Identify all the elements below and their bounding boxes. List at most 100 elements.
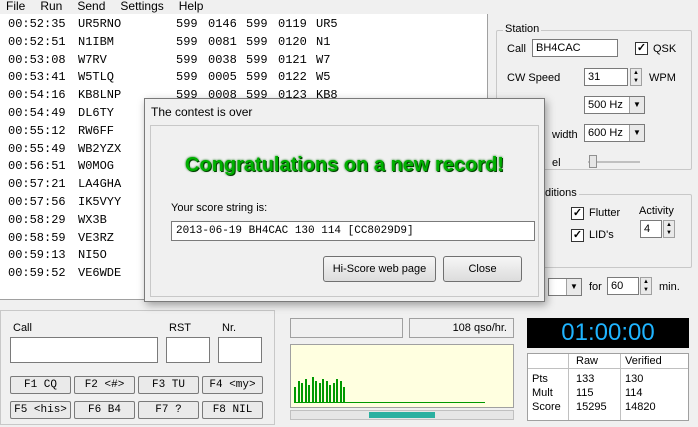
log-cell-rst1: 599	[176, 70, 198, 85]
log-cell-time: 00:59:13	[8, 248, 66, 263]
log-cell-nr2: 0122	[278, 70, 307, 85]
log-cell-call: RW6FF	[78, 123, 115, 138]
log-cell-call: LA4GHA	[78, 177, 122, 192]
log-cell-pfx: N1	[316, 34, 331, 49]
log-cell-time: 00:54:16	[8, 88, 66, 103]
score-mult-label: Mult	[532, 387, 553, 399]
contest-over-dialog: The contest is over Congratulations on a…	[144, 98, 545, 302]
entry-rst-label: RST	[169, 322, 191, 334]
log-cell-time: 00:52:51	[8, 34, 66, 49]
bandwidth-value: 600 Hz	[588, 127, 623, 139]
log-row: 00:52:35 UR5RNO 599 0146 599 0119 UR5	[0, 16, 487, 33]
menu-settings[interactable]: Settings	[114, 0, 172, 14]
log-cell-rst2: 599	[246, 17, 268, 31]
chevron-down-icon[interactable]: ▼	[566, 279, 581, 295]
menu-send[interactable]: Send	[71, 0, 114, 14]
score-pts-verified: 130	[625, 373, 644, 385]
log-cell-nr1: 0146	[208, 17, 237, 31]
score-pts-raw: 133	[576, 373, 595, 385]
chevron-down-icon[interactable]: ▼	[629, 125, 644, 141]
contest-clock: 01:00:00	[527, 318, 689, 348]
call-input[interactable]	[10, 337, 158, 363]
station-call-label: Call	[507, 43, 526, 55]
f2-exchange-button[interactable]: F2 <#>	[74, 376, 135, 394]
log-cell-time: 00:55:12	[8, 123, 66, 138]
f4-my-call-button[interactable]: F4 <my>	[202, 376, 263, 394]
rst-input[interactable]	[166, 337, 210, 363]
rate-graph-bar	[343, 387, 345, 403]
score-string-field[interactable]: 2013-06-19 BH4CAC 130 114 [CC8029D9]	[171, 221, 535, 241]
log-cell-time: 00:52:35	[8, 17, 66, 31]
hiscore-web-page-button[interactable]: Hi-Score web page	[323, 256, 436, 282]
log-cell-call: VE3RZ	[78, 230, 115, 245]
bandwidth-select[interactable]: 600 Hz ▼	[584, 124, 645, 142]
score-header-raw: Raw	[576, 355, 599, 367]
score-string-label: Your score string is:	[171, 202, 268, 214]
close-button[interactable]: Close	[443, 256, 522, 282]
rate-graph-bar	[308, 385, 310, 403]
log-row: 00:53:41 W5TLQ 599 0005 599 0122 W5	[0, 69, 487, 86]
log-cell-call: W7RV	[78, 52, 107, 67]
lids-checkbox[interactable]: ✓	[571, 229, 584, 242]
score-mult-raw: 115	[576, 387, 594, 399]
flutter-label: Flutter	[589, 207, 621, 219]
activity-spinner[interactable]: ▲ ▼	[663, 220, 675, 238]
log-cell-time: 00:58:29	[8, 212, 66, 227]
graph-scrollbar[interactable]	[290, 410, 514, 420]
score-mult-verified: 114	[625, 387, 643, 399]
pitch-value: 500 Hz	[588, 99, 623, 111]
rate-graph-bar	[332, 383, 335, 403]
rate-graph-bar	[311, 377, 314, 403]
menu-help[interactable]: Help	[173, 0, 213, 14]
f8-nil-button[interactable]: F8 NIL	[202, 401, 263, 419]
log-cell-nr2: 0119	[278, 17, 307, 31]
log-cell-pfx: W7	[316, 52, 331, 67]
log-cell-rst1: 599	[176, 34, 198, 49]
menu-file[interactable]: File	[0, 0, 34, 14]
minutes-spinner[interactable]: ▲ ▼	[640, 277, 652, 295]
log-cell-nr2: 0121	[278, 52, 307, 67]
menu-run[interactable]: Run	[34, 0, 71, 14]
log-cell-nr2: 0120	[278, 34, 307, 49]
activity-label: Activity	[639, 205, 674, 217]
lids-label: LID's	[589, 229, 614, 241]
conditions-legend: ditions	[543, 187, 579, 199]
score-total-label: Score	[532, 401, 561, 413]
log-cell-call: W5TLQ	[78, 70, 115, 85]
qsk-checkbox[interactable]: ✓	[635, 42, 648, 55]
run-mode-select[interactable]: ▼	[548, 278, 582, 296]
station-call-field[interactable]: BH4CAC	[532, 39, 618, 57]
rate-graph-bar	[297, 381, 300, 403]
log-cell-call: NI5O	[78, 248, 107, 263]
log-cell-pfx: UR5	[316, 17, 338, 31]
activity-field[interactable]: 4	[640, 220, 662, 238]
entry-nr-label: Nr.	[222, 322, 237, 334]
graph-scrollbar-thumb[interactable]	[369, 412, 435, 418]
log-cell-rst2: 599	[246, 70, 268, 85]
f7-query-button[interactable]: F7 ?	[138, 401, 199, 419]
rate-graph-bar	[322, 379, 324, 403]
pitch-select[interactable]: 500 Hz ▼	[584, 96, 645, 114]
log-cell-time: 00:54:49	[8, 106, 66, 120]
log-cell-call: VE6WDE	[78, 266, 122, 281]
f1-cq-button[interactable]: F1 CQ	[10, 376, 71, 394]
rate-graph-bar	[336, 379, 338, 403]
monitor-slider-thumb[interactable]	[589, 155, 597, 168]
log-cell-call: N1IBM	[78, 34, 115, 49]
nr-input[interactable]	[218, 337, 262, 363]
chevron-down-icon[interactable]: ▼	[629, 97, 644, 113]
flutter-checkbox[interactable]: ✓	[571, 207, 584, 220]
f5-his-call-button[interactable]: F5 <his>	[10, 401, 71, 419]
minutes-field[interactable]: 60	[607, 277, 639, 295]
dialog-body: Congratulations on a new record! Your sc…	[150, 125, 539, 297]
f3-tu-button[interactable]: F3 TU	[138, 376, 199, 394]
f6-b4-button[interactable]: F6 B4	[74, 401, 135, 419]
rate-graph-bar	[339, 381, 342, 403]
log-cell-rst1: 599	[176, 52, 198, 67]
log-cell-time: 00:57:56	[8, 195, 66, 209]
cw-speed-spinner[interactable]: ▲ ▼	[630, 68, 642, 86]
score-divider	[568, 354, 569, 420]
log-cell-pfx: W5	[316, 70, 331, 85]
rate-graph	[290, 344, 514, 408]
cw-speed-field[interactable]: 31	[584, 68, 628, 86]
